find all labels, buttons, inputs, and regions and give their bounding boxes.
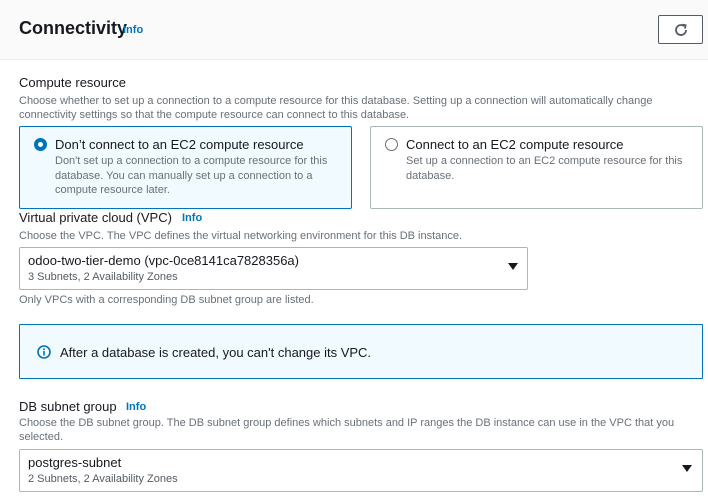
radio-card-dont-connect[interactable]: Don’t connect to an EC2 compute resource… (19, 126, 352, 209)
vpc-description: Choose the VPC. The VPC defines the virt… (19, 230, 463, 242)
vpc-select-value: odoo-two-tier-demo (vpc-0ce8141ca7828356… (28, 253, 299, 268)
caret-down-icon (508, 263, 518, 270)
db-subnet-group-select-subtext: 2 Subnets, 2 Availability Zones (28, 473, 178, 485)
db-subnet-group-select[interactable]: postgres-subnet 2 Subnets, 2 Availabilit… (19, 449, 703, 492)
compute-resource-label: Compute resource (19, 75, 126, 90)
caret-down-icon (682, 465, 692, 472)
radio-button-connect-ec2[interactable] (385, 138, 398, 151)
radio-card-connect-ec2[interactable]: Connect to an EC2 compute resource Set u… (370, 126, 703, 209)
section-header: Connectivity Info (0, 0, 708, 60)
db-subnet-group-select-value: postgres-subnet (28, 455, 122, 470)
radio-desc-connect-ec2: Set up a connection to an EC2 compute re… (406, 155, 683, 182)
section-info-link[interactable]: Info (123, 24, 143, 36)
info-circle-icon (37, 345, 51, 359)
vpc-label: Virtual private cloud (VPC) (19, 210, 172, 225)
db-subnet-group-info-link[interactable]: Info (126, 401, 146, 413)
radio-desc-dont-connect: Don't set up a connection to a compute r… (55, 155, 328, 196)
db-subnet-group-label: DB subnet group (19, 399, 117, 414)
vpc-select[interactable]: odoo-two-tier-demo (vpc-0ce8141ca7828356… (19, 247, 528, 290)
radio-title-dont-connect: Don’t connect to an EC2 compute resource (55, 137, 304, 152)
refresh-icon (674, 23, 687, 36)
refresh-button[interactable] (658, 15, 703, 44)
vpc-info-link[interactable]: Info (182, 212, 202, 224)
vpc-hint: Only VPCs with a corresponding DB subnet… (19, 294, 314, 306)
section-title: Connectivity (19, 18, 128, 38)
db-subnet-group-description: Choose the DB subnet group. The DB subne… (19, 417, 675, 443)
radio-title-connect-ec2: Connect to an EC2 compute resource (406, 137, 624, 152)
alert-text: After a database is created, you can't c… (60, 345, 372, 360)
compute-resource-description: Choose whether to set up a connection to… (19, 95, 653, 121)
vpc-info-alert: After a database is created, you can't c… (19, 324, 703, 379)
vpc-select-subtext: 3 Subnets, 2 Availability Zones (28, 271, 178, 283)
radio-button-dont-connect[interactable] (34, 138, 47, 151)
